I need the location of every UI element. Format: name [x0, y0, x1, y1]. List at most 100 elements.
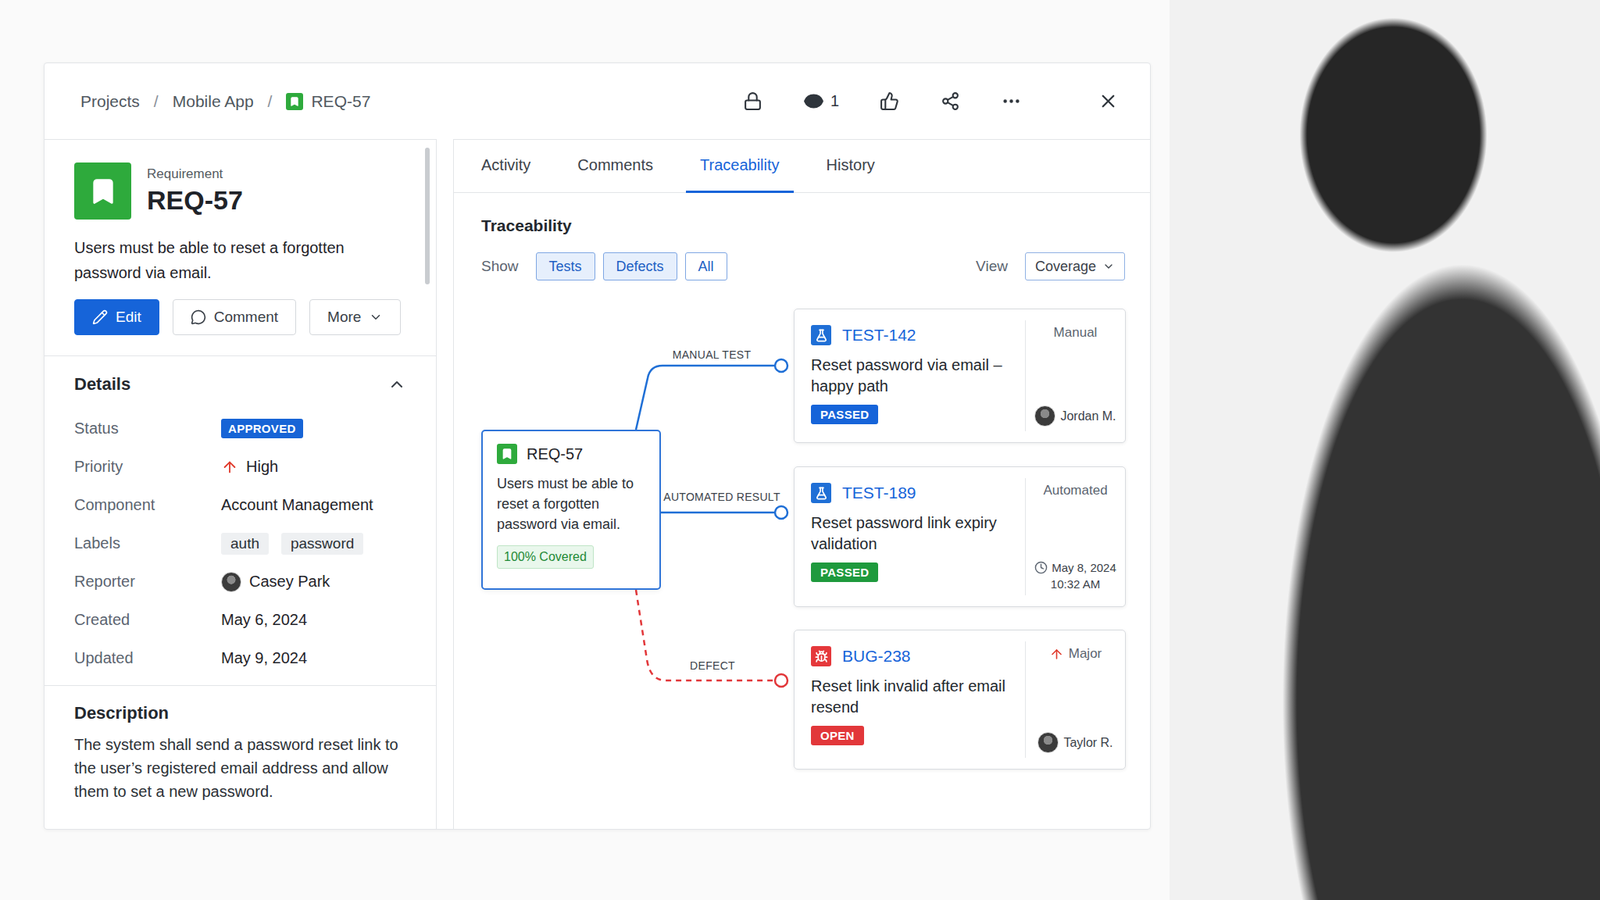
- card-key-link[interactable]: BUG-238: [842, 646, 911, 666]
- action-row: Edit Comment More: [74, 299, 407, 336]
- close-icon: [1097, 90, 1119, 112]
- secondary-action-button[interactable]: Comment: [172, 299, 297, 336]
- traceability-body: TraceabilityShowTestsDefectsAllViewCover…: [453, 192, 1150, 771]
- title-row: RequirementREQ-57: [74, 162, 407, 220]
- card-key-link[interactable]: TEST-189: [842, 483, 917, 503]
- assignee: Taylor R.: [1037, 732, 1113, 754]
- test-card[interactable]: TEST-189 Reset password link expiry valid…: [793, 466, 1126, 608]
- card-header: Projects/Mobile App/REQ-571: [44, 63, 1150, 140]
- defect-card[interactable]: BUG-238 Reset link invalid after email re…: [793, 629, 1126, 770]
- summary-section: RequirementREQ-57Users must be able to r…: [44, 139, 436, 357]
- card-main: BUG-238 Reset link invalid after email re…: [794, 630, 1025, 769]
- detail-row: StatusAPPROVED: [74, 409, 407, 448]
- breadcrumb-item[interactable]: Projects: [80, 92, 140, 111]
- card-head: BUG-238: [810, 646, 1013, 667]
- share-icon: [940, 91, 961, 111]
- detail-rows: StatusAPPROVEDPriorityHighComponentAccou…: [74, 409, 407, 678]
- run-date: May 8, 2024: [1034, 560, 1117, 575]
- chevron-down-icon: [1102, 260, 1115, 273]
- card-body: RequirementREQ-57 Users must be able to r…: [44, 139, 1150, 829]
- breadcrumb-item[interactable]: REQ-57: [285, 92, 371, 111]
- lock-button[interactable]: [739, 87, 768, 116]
- watch-button[interactable]: 1: [800, 87, 843, 116]
- requirement-card: Projects/Mobile App/REQ-571RequirementRE…: [43, 62, 1151, 830]
- edge: [635, 359, 788, 430]
- priority-text: High: [246, 457, 279, 476]
- avatar: [1034, 405, 1056, 427]
- traceability-panel: Activity Comments Traceability History Trace…: [453, 139, 1150, 829]
- severity-tag: Major: [1049, 646, 1103, 662]
- lock-icon: [742, 91, 763, 111]
- card-key-link[interactable]: TEST-142: [842, 325, 917, 345]
- details-section: DetailsStatusAPPROVEDPriorityHighCompone…: [44, 356, 436, 686]
- card-main: TEST-142 Reset password via email – happy…: [794, 309, 1025, 443]
- detail-label: Labels: [74, 534, 222, 553]
- details-title: Details: [74, 374, 131, 395]
- card-meta: AutomatedMay 8, 202410:32 AM: [1025, 478, 1125, 596]
- more-button[interactable]: [996, 87, 1025, 116]
- avatar: [1037, 732, 1059, 754]
- tab[interactable]: History: [812, 139, 890, 193]
- requirement-icon: [496, 443, 518, 465]
- card-main: TEST-189 Reset password link expiry valid…: [794, 467, 1025, 607]
- filter-button[interactable]: Defects: [603, 252, 678, 281]
- filter-row: ShowTestsDefectsAllViewCoverage: [481, 252, 1125, 281]
- requirement-node[interactable]: REQ-57Users must be able to reset a forg…: [481, 429, 661, 590]
- pencil-icon: [92, 309, 108, 325]
- breadcrumb-item[interactable]: Mobile App: [172, 92, 254, 111]
- details-header: Details: [74, 373, 407, 396]
- run-timestamp: May 8, 202410:32 AM: [1034, 560, 1117, 591]
- label-list: auth password: [221, 532, 407, 555]
- view-dropdown[interactable]: Coverage: [1025, 252, 1125, 281]
- clock-icon: [1034, 560, 1048, 575]
- like-button[interactable]: [875, 87, 904, 116]
- test-type-tag: Manual: [1053, 325, 1098, 341]
- menu-action-button[interactable]: More: [309, 299, 401, 336]
- detail-value: APPROVED: [221, 418, 407, 439]
- edge: [660, 506, 788, 519]
- details-toggle[interactable]: [387, 375, 407, 394]
- card-title: Reset link invalid after email resend: [810, 675, 1013, 718]
- filter-button[interactable]: Tests: [535, 252, 596, 281]
- person-name: Casey Park: [249, 572, 330, 591]
- detail-row: UpdatedMay 9, 2024: [74, 639, 407, 678]
- header-actions: 1: [739, 87, 1122, 116]
- edge: [635, 589, 788, 687]
- close-button[interactable]: [1093, 87, 1122, 116]
- card-title: Reset password link expiry validation: [810, 512, 1013, 555]
- description-title: Description: [74, 703, 407, 724]
- node-text: Users must be able to reset a forgotten …: [496, 473, 646, 535]
- view-label: View: [975, 257, 1008, 275]
- label-chip[interactable]: auth: [221, 532, 269, 555]
- tab[interactable]: Traceability: [685, 139, 794, 193]
- primary-action-button[interactable]: Edit: [74, 299, 160, 336]
- detail-row: Labelsauth password: [74, 524, 407, 563]
- detail-row: PriorityHigh: [74, 447, 407, 486]
- chevron-down-icon: [368, 310, 383, 325]
- avatar: [221, 571, 242, 593]
- edge-endpoint: [775, 359, 788, 372]
- traceability-title: Traceability: [481, 216, 1125, 236]
- scrollbar-thumb[interactable]: [425, 147, 430, 285]
- coverage-badge: 100% Covered: [496, 545, 594, 569]
- label-chip[interactable]: password: [281, 532, 364, 555]
- detail-label: Status: [74, 419, 222, 438]
- test-flask-icon: [810, 325, 832, 346]
- status-badge: OPEN: [810, 725, 865, 746]
- detail-panel: RequirementREQ-57Users must be able to r…: [44, 139, 437, 829]
- filter-button[interactable]: All: [685, 252, 728, 281]
- edge-label: MANUAL TEST: [672, 348, 752, 361]
- tab[interactable]: Comments: [563, 139, 668, 193]
- detail-label: Component: [74, 496, 222, 515]
- tab[interactable]: Activity: [467, 139, 545, 193]
- item-key: REQ-57: [146, 185, 243, 216]
- share-button[interactable]: [935, 87, 965, 116]
- card-title: Reset password via email – happy path: [810, 354, 1013, 397]
- eye-icon: [803, 90, 825, 112]
- test-card[interactable]: TEST-142 Reset password via email – happy…: [793, 308, 1126, 443]
- edge-endpoint: [775, 506, 788, 519]
- detail-value: May 9, 2024: [221, 649, 407, 668]
- edge-label: AUTOMATED RESULT: [663, 490, 780, 504]
- bug-icon: [810, 646, 832, 667]
- tab-list: Activity Comments Traceability History: [453, 139, 1150, 193]
